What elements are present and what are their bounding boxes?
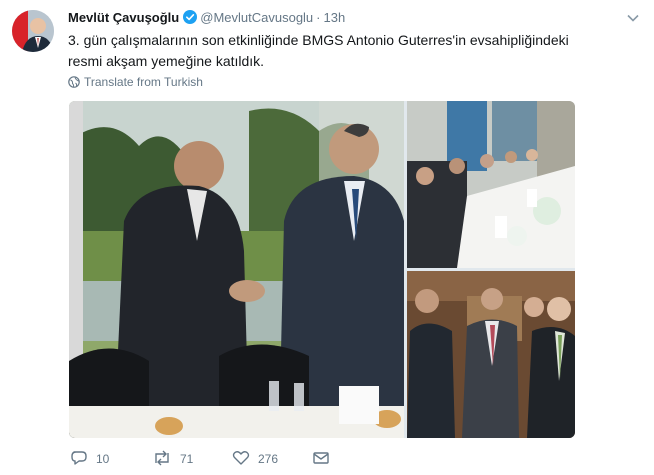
translate-link[interactable]: Translate from Turkish xyxy=(68,74,203,90)
verified-icon xyxy=(183,10,198,29)
tweet-text-line-1: 3. gün çalışmalarının son etkinliğinde B… xyxy=(68,32,569,48)
author-avatar[interactable] xyxy=(12,10,54,52)
media-grid xyxy=(69,101,575,438)
separator-dot: · xyxy=(316,10,321,25)
reply-icon xyxy=(70,451,96,466)
reply-count: 10 xyxy=(96,452,110,466)
direct-message-icon xyxy=(312,452,338,466)
like-icon xyxy=(232,451,258,466)
tweet-header: Mevlüt Çavuşoğlu @MevlutCavusoglu · 13h xyxy=(68,9,640,29)
author-handle[interactable]: @MevlutCavusoglu xyxy=(200,10,313,25)
translate-label: Translate from Turkish xyxy=(84,75,203,89)
like-button[interactable]: 276 xyxy=(232,449,278,469)
retweet-count: 71 xyxy=(180,452,194,466)
photo-handshake[interactable] xyxy=(69,101,404,438)
chevron-down-icon[interactable] xyxy=(626,11,640,25)
tweet-text: 3. gün çalışmalarının son etkinliğinde B… xyxy=(68,30,628,72)
direct-message-button[interactable] xyxy=(312,449,338,469)
retweet-button[interactable]: 71 xyxy=(152,449,193,469)
tweet-timestamp[interactable]: 13h xyxy=(324,10,346,25)
author-name[interactable]: Mevlüt Çavuşoğlu xyxy=(68,10,179,25)
photo-group-conversation[interactable] xyxy=(407,271,575,438)
globe-icon xyxy=(68,75,84,89)
like-count: 276 xyxy=(258,452,279,466)
photo-dinner-table[interactable] xyxy=(407,101,575,268)
tweet-text-line-2: resmi akşam yemeğine katıldık. xyxy=(68,53,265,69)
reply-button[interactable]: 10 xyxy=(70,449,109,469)
retweet-icon xyxy=(152,450,180,466)
